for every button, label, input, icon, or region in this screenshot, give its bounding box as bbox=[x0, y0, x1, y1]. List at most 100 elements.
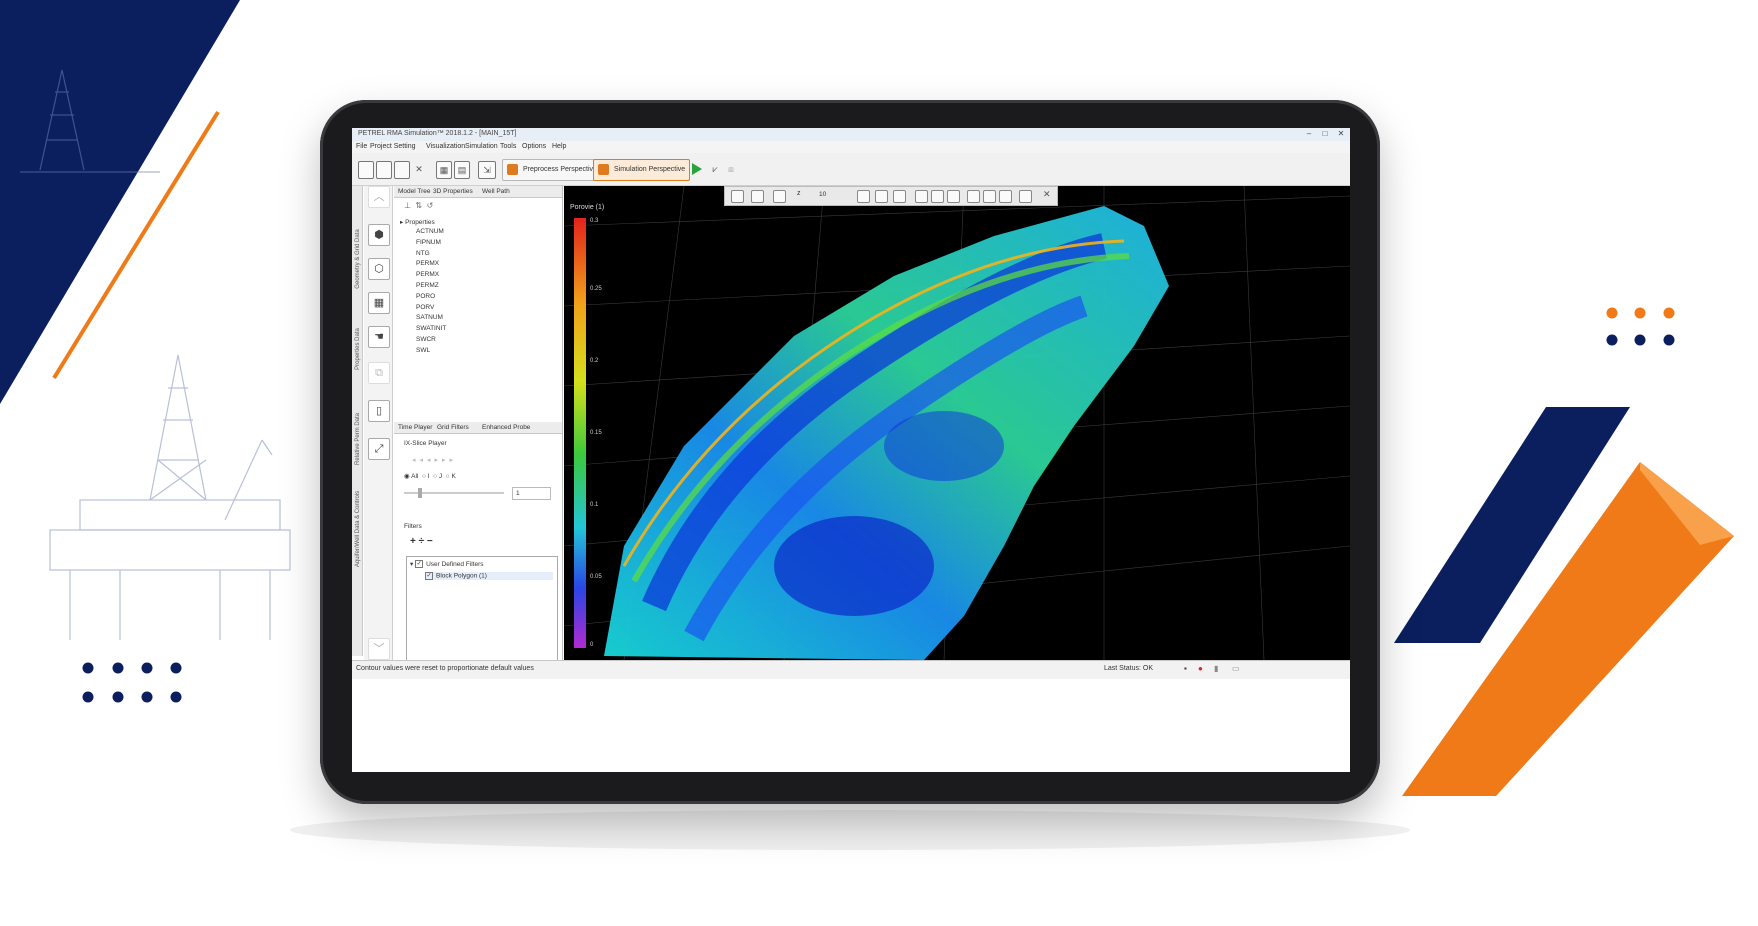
view-cube-icon[interactable] bbox=[751, 190, 764, 203]
probe-icon[interactable] bbox=[983, 190, 996, 203]
simulation-perspective-button[interactable]: Simulation Perspective bbox=[593, 159, 691, 181]
camera-icon[interactable] bbox=[875, 190, 888, 203]
minimize-icon[interactable]: – bbox=[1302, 129, 1316, 139]
menu-simulation[interactable]: Simulation bbox=[465, 143, 498, 150]
3d-viewport[interactable]: Porovie (1) 0.3 0.25 0.2 0.15 0.1 0.05 0… bbox=[564, 186, 1350, 660]
tab-model-tree[interactable]: Model Tree bbox=[398, 188, 431, 195]
z-scale-icon[interactable]: z bbox=[797, 190, 801, 197]
tree-item-fipnum[interactable]: FIPNUM bbox=[400, 238, 446, 249]
close-toolbar-icon[interactable]: ✕ bbox=[1043, 189, 1051, 200]
axis-x-icon[interactable] bbox=[915, 190, 928, 203]
select-icon[interactable] bbox=[893, 190, 906, 203]
slice-slider[interactable] bbox=[404, 488, 504, 498]
radio-all[interactable]: ◉ All bbox=[404, 473, 418, 480]
table-view-icon[interactable]: ▤ bbox=[454, 161, 470, 179]
tree-header[interactable]: ▸ Properties bbox=[400, 218, 446, 226]
menu-bar: File Project Setting Visualization Simul… bbox=[352, 141, 1350, 153]
tab-3d-properties[interactable]: 3D Properties bbox=[433, 188, 473, 195]
legend-tick-2: 0.2 bbox=[590, 358, 599, 364]
oil-rig-illustration-bottom bbox=[49, 354, 291, 640]
tree-item-swatinit[interactable]: SWATINIT bbox=[400, 324, 446, 335]
collapse-up-icon[interactable]: ︿ bbox=[368, 186, 390, 208]
preprocess-perspective-button[interactable]: Preprocess Perspective bbox=[502, 159, 602, 181]
tree-item-permx[interactable]: PERMX bbox=[400, 259, 446, 270]
menu-options[interactable]: Options bbox=[522, 143, 546, 150]
box-outline-icon[interactable]: ⬡ bbox=[368, 258, 390, 280]
layers-icon[interactable]: ⧉ bbox=[368, 362, 390, 384]
tab-grid-filters[interactable]: Grid Filters bbox=[437, 424, 469, 431]
tree-item-ntg[interactable]: NTG bbox=[400, 249, 446, 260]
tab-well-path[interactable]: Well Path bbox=[482, 188, 510, 195]
close-project-icon[interactable]: ✕ bbox=[412, 161, 426, 177]
menu-tools[interactable]: Tools bbox=[500, 143, 516, 150]
maximize-icon[interactable]: □ bbox=[1318, 129, 1332, 139]
sort-icon[interactable]: ⇅ bbox=[415, 201, 422, 210]
filter-root-checkbox[interactable]: ✓ bbox=[415, 560, 424, 569]
import-icon[interactable]: ⇲ bbox=[478, 161, 496, 179]
tab-geometry-grid[interactable]: Geometry & Grid Data bbox=[355, 219, 361, 299]
tree-item-poro[interactable]: PORO bbox=[400, 292, 446, 303]
tab-relative-perm[interactable]: Relative Perm Data bbox=[355, 399, 361, 479]
rotate-icon[interactable] bbox=[857, 190, 870, 203]
close-icon[interactable]: ✕ bbox=[1334, 129, 1348, 139]
menu-help[interactable]: Help bbox=[552, 143, 566, 150]
tab-time-player[interactable]: Time Player bbox=[398, 424, 432, 431]
filter-child[interactable]: ✓ Block Polygon (1) bbox=[425, 572, 553, 580]
settings-icon[interactable]: ▭ bbox=[1232, 664, 1240, 673]
tablet-shadow bbox=[290, 810, 1410, 850]
tree-item-swcr[interactable]: SWCR bbox=[400, 335, 446, 346]
new-file-icon[interactable] bbox=[358, 161, 374, 179]
grid-toggle-icon[interactable] bbox=[1019, 190, 1032, 203]
pointer-icon[interactable]: ☚ bbox=[368, 326, 390, 348]
expand-icon[interactable]: ⤢ bbox=[368, 438, 390, 460]
tree-item-satnum[interactable]: SATNUM bbox=[400, 313, 446, 324]
tree-item-permz[interactable]: PERMZ bbox=[400, 281, 446, 292]
menu-visualization[interactable]: Visualization bbox=[426, 143, 465, 150]
tree-item-permx-2[interactable]: PERMX bbox=[400, 270, 446, 281]
filter-view-icon[interactable] bbox=[999, 190, 1012, 203]
navy-corner-shape bbox=[0, 0, 240, 404]
filter-tools[interactable]: + ÷ − bbox=[410, 536, 433, 547]
alert-icon[interactable]: ● bbox=[1198, 664, 1203, 673]
axis-z-icon[interactable] bbox=[947, 190, 960, 203]
chart-icon[interactable]: ⩗ bbox=[708, 161, 722, 177]
filter-child-checkbox[interactable]: ✓ bbox=[425, 572, 433, 580]
filter-icon[interactable]: ⊥ bbox=[404, 201, 411, 210]
run-play-icon[interactable] bbox=[692, 163, 702, 175]
open-file-icon[interactable] bbox=[376, 161, 392, 179]
player-controls[interactable]: ◂◂◂▸▸▸ bbox=[412, 456, 457, 464]
tree-item-actnum[interactable]: ACTNUM bbox=[400, 227, 446, 238]
tree-item-swl[interactable]: SWL bbox=[400, 346, 446, 357]
light-icon[interactable] bbox=[731, 190, 744, 203]
slider-thumb[interactable] bbox=[418, 488, 422, 498]
measure-icon[interactable] bbox=[967, 190, 980, 203]
grid-cube-icon[interactable]: ▦ bbox=[368, 292, 390, 314]
menu-project-setting[interactable]: Project Setting bbox=[370, 143, 416, 150]
tree-item-porv[interactable]: PORV bbox=[400, 303, 446, 314]
reservoir-model-view bbox=[564, 186, 1350, 660]
filter-root[interactable]: ▾ ✓ User Defined Filters bbox=[410, 560, 484, 569]
tab-aquifer-well[interactable]: Aquifer/Well Data & Controls bbox=[355, 489, 361, 569]
zoom-value[interactable]: 10 bbox=[819, 191, 826, 198]
notification-icon[interactable]: ▮ bbox=[1214, 664, 1218, 673]
slice-value-input[interactable]: 1 bbox=[512, 487, 551, 500]
grid-view-icon[interactable]: ▦ bbox=[436, 161, 452, 179]
axis-y-icon[interactable] bbox=[931, 190, 944, 203]
slice-icon[interactable]: ▯ bbox=[368, 400, 390, 422]
radio-i[interactable]: ○ I bbox=[422, 473, 430, 480]
radio-k[interactable]: ○ K bbox=[446, 473, 456, 480]
copy-view-icon[interactable] bbox=[773, 190, 786, 203]
color-legend-bar bbox=[574, 218, 586, 648]
radio-j[interactable]: ○ J bbox=[433, 473, 442, 480]
save-icon[interactable] bbox=[394, 161, 410, 179]
tab-enhanced-probe[interactable]: Enhanced Probe bbox=[482, 424, 530, 431]
collapse-down-icon[interactable]: ﹀ bbox=[368, 638, 390, 660]
cube-icon[interactable]: ⬢ bbox=[368, 224, 390, 246]
window-title: PETREL RMA Simulation™ 2018.1.2 - [MAIN_… bbox=[358, 130, 517, 137]
stop-icon[interactable]: ⧈ bbox=[724, 161, 738, 177]
refresh-icon[interactable]: ↺ bbox=[427, 201, 434, 210]
menu-file[interactable]: File bbox=[356, 143, 367, 150]
simulation-perspective-label: Simulation Perspective bbox=[614, 166, 686, 173]
model-tabs: Model Tree 3D Properties Well Path bbox=[394, 186, 562, 198]
tab-properties-data[interactable]: Properties Data bbox=[355, 309, 361, 389]
